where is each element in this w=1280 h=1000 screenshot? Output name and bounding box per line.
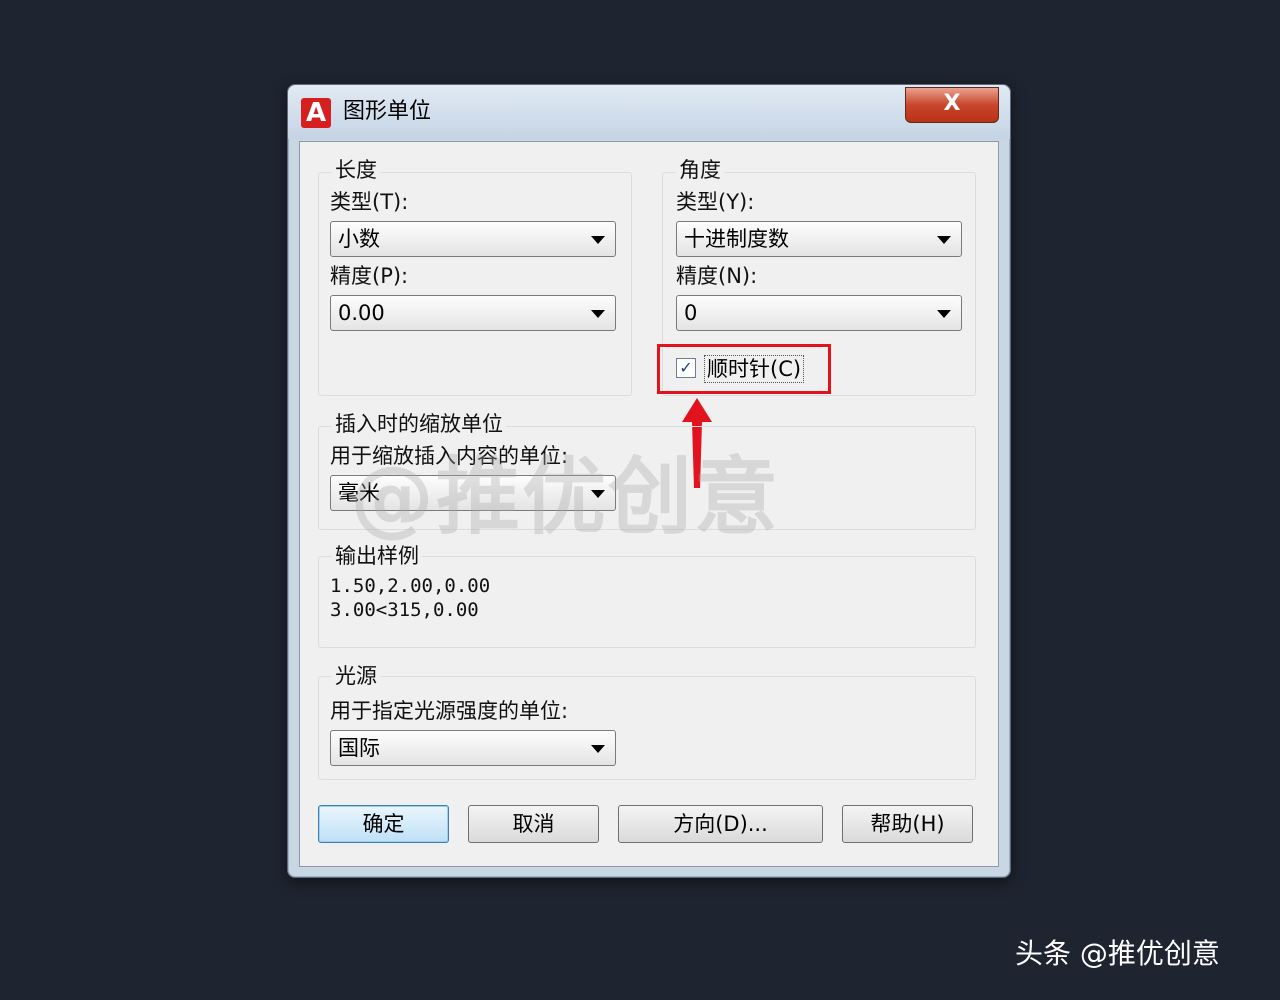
length-type-value: 小数	[338, 227, 380, 251]
cancel-button[interactable]: 取消	[468, 805, 599, 843]
angle-type-value: 十进制度数	[684, 227, 789, 251]
chevron-down-icon	[591, 236, 605, 244]
title-bar[interactable]: A 图形单位 X	[288, 85, 1010, 139]
angle-precision-label: 精度(N):	[676, 264, 758, 288]
angle-precision-select[interactable]: 0	[676, 295, 962, 331]
direction-button[interactable]: 方向(D)...	[618, 805, 823, 843]
lighting-group-title: 光源	[332, 663, 380, 689]
angle-precision-value: 0	[684, 301, 698, 325]
sample-output-line-2: 3.00<315,0.00	[330, 599, 479, 621]
autocad-app-icon: A	[301, 98, 331, 128]
dialog-title: 图形单位	[343, 99, 432, 124]
angle-type-select[interactable]: 十进制度数	[676, 221, 962, 257]
length-precision-value: 0.00	[338, 301, 385, 325]
chevron-down-icon	[591, 310, 605, 318]
watermark-text: @推优创意	[350, 448, 781, 546]
angle-group-title: 角度	[676, 157, 724, 183]
lighting-label: 用于指定光源强度的单位:	[330, 699, 569, 723]
length-type-select[interactable]: 小数	[330, 221, 616, 257]
credit-text: 头条 @推优创意	[1015, 937, 1220, 970]
length-type-label: 类型(T):	[330, 190, 409, 214]
close-button[interactable]: X	[905, 87, 999, 123]
angle-type-label: 类型(Y):	[676, 190, 755, 214]
sample-output-line-1: 1.50,2.00,0.00	[330, 575, 491, 597]
lighting-units-value: 国际	[338, 736, 380, 760]
help-button[interactable]: 帮助(H)	[842, 805, 973, 843]
chevron-down-icon	[937, 310, 951, 318]
chevron-down-icon	[591, 745, 605, 753]
length-precision-label: 精度(P):	[330, 264, 409, 288]
lighting-units-select[interactable]: 国际	[330, 730, 616, 766]
length-group-title: 长度	[332, 157, 380, 183]
chevron-down-icon	[937, 236, 951, 244]
annotation-highlight-box	[657, 344, 831, 394]
length-precision-select[interactable]: 0.00	[330, 295, 616, 331]
ok-button[interactable]: 确定	[318, 805, 449, 843]
